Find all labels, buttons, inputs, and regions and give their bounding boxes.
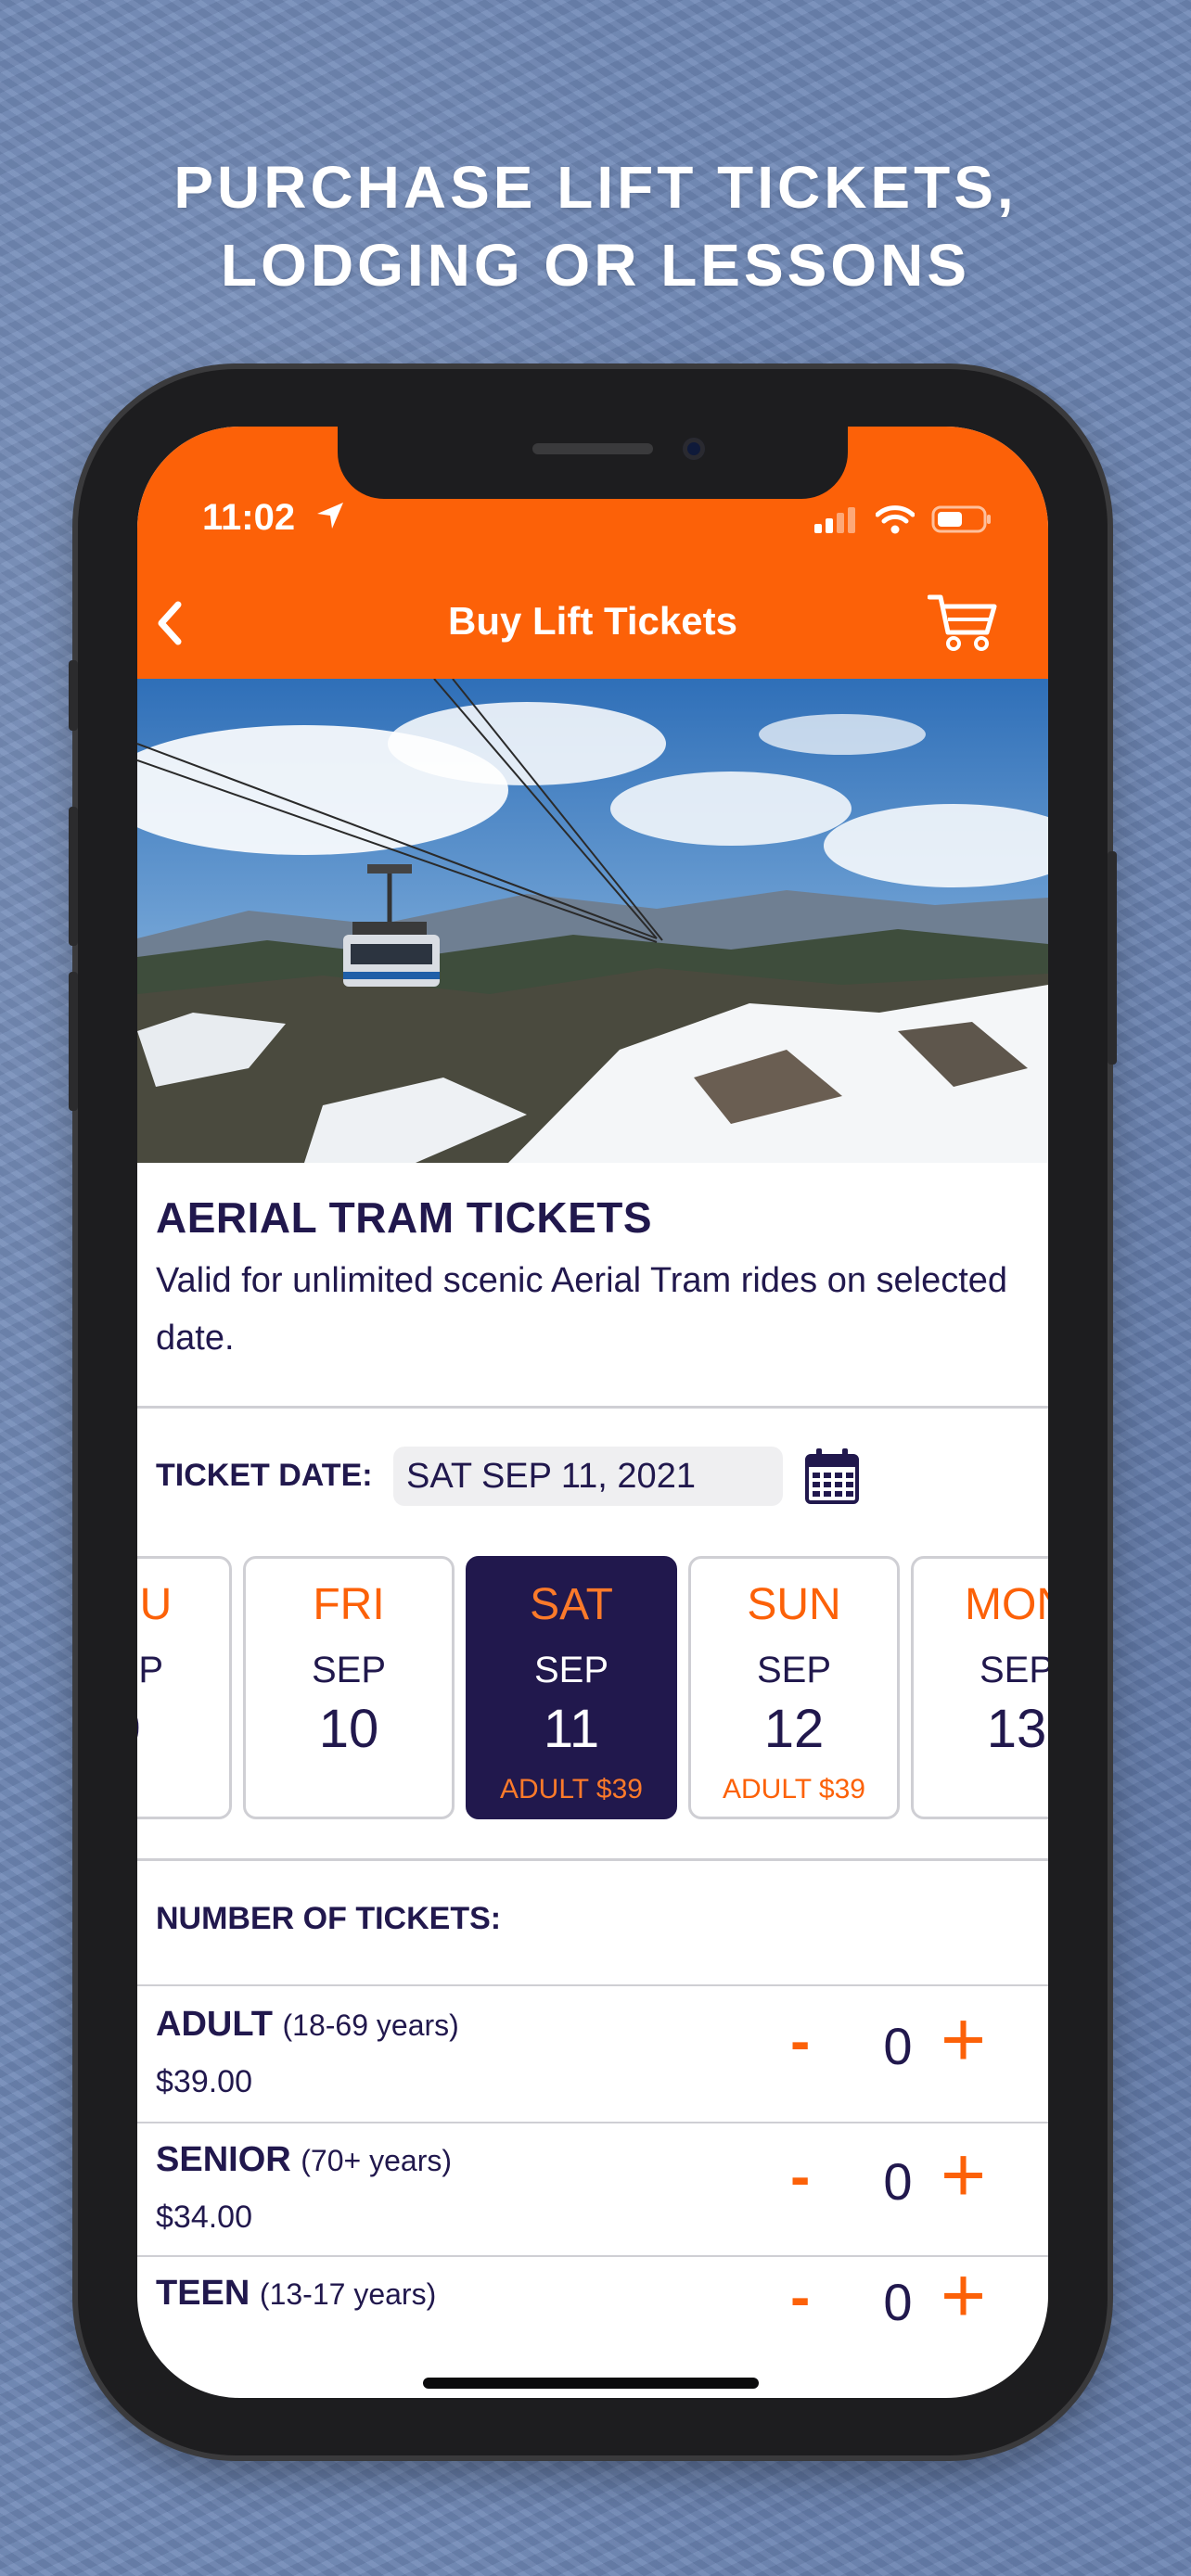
volume-up-button <box>69 807 78 946</box>
ticket-row-senior: SENIOR (70+ years) $34.00 - 0 + <box>137 2122 1048 2257</box>
day-card-sat-11-selected[interactable]: SAT SEP 11 ADULT $39 <box>466 1556 677 1819</box>
date-selector-strip[interactable]: THU SEP 9 FRI SEP 10 SAT SEP 11 ADULT $3… <box>137 1556 1048 1819</box>
promo-headline-line2: LODGING OR LESSONS <box>220 232 971 299</box>
day-price: ADULT $39 <box>723 1774 865 1804</box>
battery-icon <box>931 505 991 533</box>
calendar-icon[interactable] <box>803 1447 861 1506</box>
product-description: Valid for unlimited scenic Aerial Tram r… <box>156 1261 1008 1358</box>
increment-button[interactable]: + <box>941 2253 986 2337</box>
number-of-tickets-label: NUMBER OF TICKETS: <box>156 1901 502 1936</box>
day-month: SEP <box>137 1650 164 1690</box>
ticket-type-name: ADULT <box>156 2005 273 2044</box>
ticket-type: ADULT (18-69 years) <box>156 2005 459 2045</box>
day-number: 12 <box>763 1699 825 1759</box>
page-title: Buy Lift Tickets <box>448 599 737 643</box>
promo-headline-line1: PURCHASE LIFT TICKETS, <box>173 154 1018 221</box>
day-name: MON <box>965 1580 1048 1629</box>
hero-image-aerial-tram <box>137 679 1048 1163</box>
earpiece-speaker <box>532 443 653 454</box>
ticket-type-name: SENIOR <box>156 2140 291 2179</box>
decrement-button[interactable]: - <box>790 2009 810 2073</box>
home-indicator[interactable] <box>423 2378 759 2389</box>
day-name: THU <box>137 1580 173 1629</box>
increment-button[interactable]: + <box>941 1997 986 2081</box>
ticket-type-name: TEEN <box>156 2274 250 2313</box>
decrement-button[interactable]: - <box>790 2144 810 2209</box>
ticket-date-field[interactable]: SAT SEP 11, 2021 <box>393 1447 783 1506</box>
day-card-mon-13[interactable]: MON SEP 13 <box>911 1556 1048 1819</box>
day-card-fri-10[interactable]: FRI SEP 10 <box>243 1556 455 1819</box>
phone-frame: 11:02 Buy Lift Tickets AERIAL TRAM TICKE… <box>69 369 1117 2455</box>
day-name: SAT <box>530 1580 613 1629</box>
signal-icon <box>814 507 855 533</box>
wifi-icon <box>876 505 915 534</box>
ticket-row-adult: ADULT (18-69 years) $39.00 - 0 + <box>137 1986 1048 2122</box>
day-name: SUN <box>747 1580 841 1629</box>
day-number: 9 <box>137 1698 229 1760</box>
phone-notch <box>338 427 848 499</box>
decrement-button[interactable]: - <box>790 2264 810 2329</box>
day-month: SEP <box>311 1650 387 1690</box>
ticket-age-range: (13-17 years) <box>259 2277 437 2311</box>
day-month: SEP <box>533 1650 609 1690</box>
phone-screen: 11:02 Buy Lift Tickets AERIAL TRAM TICKE… <box>137 427 1048 2398</box>
ticket-age-range: (18-69 years) <box>282 2009 459 2042</box>
increment-button[interactable]: + <box>941 2133 986 2216</box>
status-time: 11:02 <box>202 497 296 538</box>
day-month: SEP <box>756 1650 832 1690</box>
location-arrow-icon <box>317 503 343 529</box>
ticket-type: TEEN (13-17 years) <box>156 2274 436 2314</box>
promo-headline: PURCHASE LIFT TICKETS, LODGING OR LESSON… <box>0 148 1191 304</box>
day-price: ADULT $39 <box>500 1774 643 1804</box>
quantity-value: 0 <box>883 2017 913 2075</box>
ticket-price: $34.00 <box>156 2200 252 2235</box>
day-number: 13 <box>986 1699 1047 1759</box>
product-title: AERIAL TRAM TICKETS <box>156 1193 653 1242</box>
ticket-row-teen: TEEN (13-17 years) - 0 + <box>137 2253 1048 2391</box>
cart-icon[interactable] <box>928 592 998 653</box>
divider <box>137 1858 1048 1861</box>
status-icons <box>814 504 992 534</box>
day-card-sun-12[interactable]: SUN SEP 12 ADULT $39 <box>688 1556 900 1819</box>
volume-down-button <box>69 972 78 1111</box>
day-card-thu-9[interactable]: THU SEP 9 <box>137 1556 232 1819</box>
silent-switch <box>69 660 78 731</box>
ticket-price: $39.00 <box>156 2064 252 2099</box>
quantity-value: 0 <box>883 2152 913 2211</box>
day-number: 10 <box>318 1699 379 1759</box>
ticket-date-label: TICKET DATE: <box>156 1458 373 1493</box>
day-number: 11 <box>543 1699 600 1759</box>
day-name: FRI <box>313 1580 385 1629</box>
front-camera <box>683 438 705 460</box>
ticket-age-range: (70+ years) <box>301 2144 452 2177</box>
divider <box>137 1406 1048 1409</box>
day-month: SEP <box>979 1650 1048 1690</box>
quantity-value: 0 <box>883 2273 913 2331</box>
ticket-type: SENIOR (70+ years) <box>156 2140 452 2180</box>
power-button <box>1108 851 1117 1065</box>
